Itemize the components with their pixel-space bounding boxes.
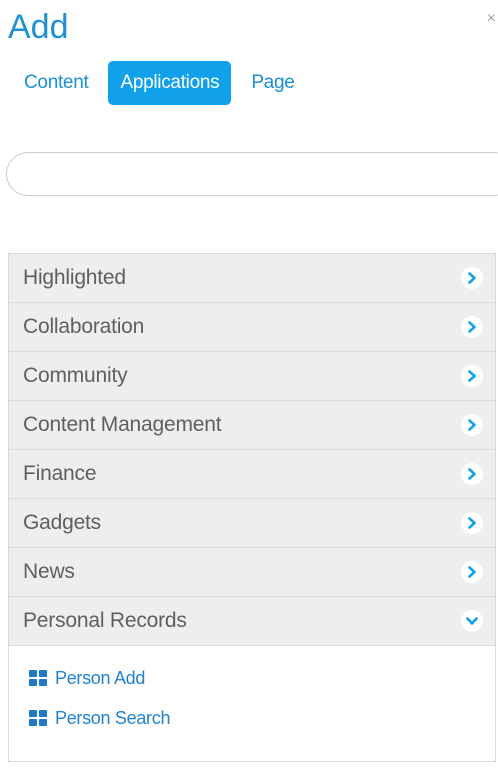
category-label: News (23, 560, 75, 583)
chevron-right-icon (461, 365, 483, 387)
grid-icon (29, 670, 47, 686)
chevron-down-icon (461, 610, 483, 632)
app-person-add[interactable]: Person Add (9, 658, 495, 698)
app-label: Person Search (55, 707, 171, 728)
add-panel: Add × Content Applications Page Highligh… (0, 0, 498, 770)
category-finance[interactable]: Finance (9, 450, 495, 499)
category-highlighted[interactable]: Highlighted (9, 254, 495, 303)
category-gadgets[interactable]: Gadgets (9, 499, 495, 548)
chevron-right-icon (461, 316, 483, 338)
category-label: Personal Records (23, 609, 187, 632)
panel-title: Add (8, 8, 69, 46)
tab-content[interactable]: Content (12, 61, 100, 105)
chevron-right-icon (461, 561, 483, 583)
category-label: Highlighted (23, 266, 126, 289)
app-label: Person Add (55, 667, 146, 688)
category-news[interactable]: News (9, 548, 495, 597)
category-list: Highlighted Collaboration Community Cont… (8, 253, 496, 762)
chevron-right-icon (461, 512, 483, 534)
category-personal-records[interactable]: Personal Records (9, 597, 495, 646)
tab-page[interactable]: Page (239, 61, 306, 105)
app-person-search[interactable]: Person Search (9, 698, 495, 738)
category-community[interactable]: Community (9, 352, 495, 401)
category-collaboration[interactable]: Collaboration (9, 303, 495, 352)
tab-applications[interactable]: Applications (108, 61, 232, 105)
category-content-management[interactable]: Content Management (9, 401, 495, 450)
chevron-right-icon (461, 267, 483, 289)
category-label: Content Management (23, 413, 222, 436)
tab-bar: Content Applications Page (12, 60, 307, 106)
personal-records-apps: Person Add Person Search (9, 646, 495, 761)
chevron-right-icon (461, 414, 483, 436)
close-icon[interactable]: × (487, 10, 496, 28)
category-label: Collaboration (23, 315, 145, 338)
category-label: Finance (23, 462, 97, 485)
category-label: Community (23, 364, 128, 387)
search-field (6, 152, 498, 196)
chevron-right-icon (461, 463, 483, 485)
grid-icon (29, 710, 47, 726)
category-label: Gadgets (23, 511, 101, 534)
search-input[interactable] (7, 153, 498, 195)
